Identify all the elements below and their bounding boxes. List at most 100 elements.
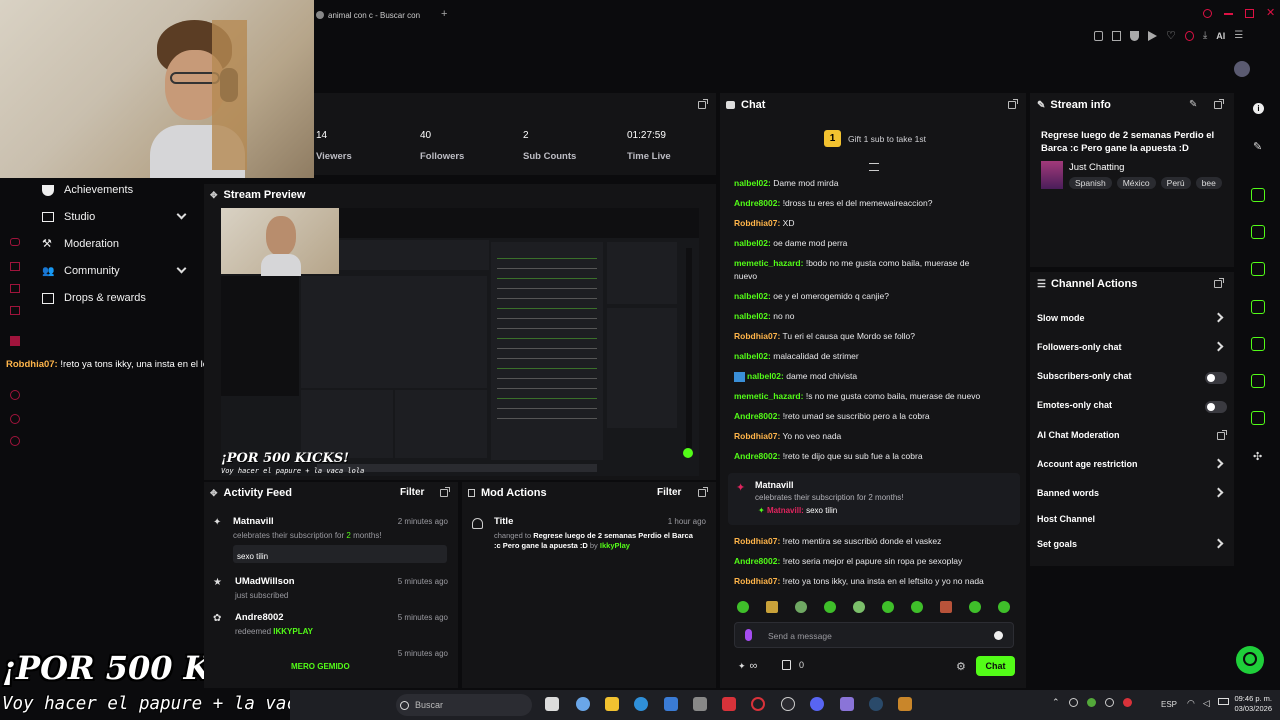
shield-icon[interactable] <box>1130 31 1139 41</box>
subscribers-only-toggle[interactable] <box>1205 372 1227 384</box>
info-icon[interactable]: i <box>1253 103 1264 114</box>
rail-icon[interactable] <box>10 390 20 400</box>
popout-icon[interactable] <box>440 487 450 497</box>
profile-icon[interactable] <box>1184 31 1194 41</box>
emote-icon[interactable] <box>969 601 981 613</box>
emote-icon[interactable] <box>882 601 894 613</box>
rail-icon[interactable] <box>10 414 20 424</box>
move-icon[interactable]: ✥ <box>210 488 218 499</box>
heart-icon[interactable]: ♡ <box>1166 31 1176 42</box>
banned-words-item[interactable]: Banned words <box>1037 488 1099 498</box>
subscribers-only-item[interactable]: Subscribers-only chat <box>1037 371 1132 381</box>
taskbar-search[interactable]: Buscar <box>396 694 532 716</box>
wifi-icon[interactable]: ◠ <box>1187 698 1195 709</box>
popout-icon[interactable] <box>698 99 708 109</box>
bag-counter[interactable]: 0 <box>782 660 804 670</box>
app-icon[interactable] <box>898 697 912 711</box>
activity-user[interactable]: UMadWillson <box>235 576 295 587</box>
category-name[interactable]: Just Chatting <box>1069 162 1124 173</box>
microphone-icon[interactable] <box>745 629 752 641</box>
sidebar-item-community[interactable]: 👥 Community <box>42 265 120 277</box>
scroll-down-icon[interactable] <box>869 163 879 171</box>
play-icon[interactable] <box>1148 31 1157 41</box>
search-icon[interactable] <box>1203 9 1212 18</box>
pinwheel-icon[interactable]: ✣ <box>1253 450 1262 463</box>
taskview-icon[interactable] <box>545 697 559 711</box>
opera-icon[interactable] <box>751 697 765 711</box>
user-avatar[interactable] <box>1234 61 1250 77</box>
chevron-up-icon[interactable]: ⌃ <box>1052 697 1060 708</box>
app-icon[interactable] <box>693 697 707 711</box>
tray-icon[interactable] <box>1104 698 1114 707</box>
popout-icon[interactable] <box>1214 99 1224 109</box>
maximize-icon[interactable] <box>1245 9 1254 18</box>
emote-icon[interactable] <box>940 601 952 613</box>
edge-icon[interactable] <box>634 697 648 711</box>
activity-user[interactable]: Andre8002 <box>235 612 284 623</box>
copilot-icon[interactable] <box>576 697 590 711</box>
obs-icon[interactable] <box>781 697 795 711</box>
store-icon[interactable] <box>664 697 678 711</box>
steam-icon[interactable] <box>869 697 883 711</box>
account-age-item[interactable]: Account age restriction <box>1037 459 1138 469</box>
chat-bubble-icon[interactable] <box>1251 300 1265 314</box>
sub-event-user[interactable]: Matnavill <box>755 480 794 490</box>
language-indicator[interactable]: ESP <box>1161 700 1177 709</box>
emote-icon[interactable] <box>795 601 807 613</box>
tag[interactable]: Perú <box>1160 177 1191 189</box>
layout-icon[interactable] <box>1251 374 1265 388</box>
stream-preview-video[interactable]: ¡POR 500 KICKS! Voy hacer el papure + la… <box>221 208 699 476</box>
mod-action-user[interactable]: IkkyPlay <box>600 541 630 550</box>
emote-icon[interactable] <box>853 601 865 613</box>
tag[interactable]: bee <box>1195 177 1222 189</box>
popout-icon[interactable] <box>698 487 708 497</box>
emote-icon[interactable] <box>824 601 836 613</box>
popout-icon[interactable] <box>1214 278 1224 288</box>
rail-icon[interactable] <box>10 262 20 271</box>
tray-icon[interactable] <box>1122 698 1132 707</box>
edit-pencil-icon[interactable]: ✎ <box>1189 99 1197 110</box>
menu-icon[interactable]: ☰ <box>1234 31 1243 41</box>
folder-icon[interactable] <box>605 697 619 711</box>
set-goals-item[interactable]: Set goals <box>1037 539 1077 549</box>
app-icon[interactable] <box>840 697 854 711</box>
mod-filter-button[interactable]: Filter <box>657 487 681 498</box>
minimize-icon[interactable] <box>1224 13 1233 15</box>
rail-icon[interactable] <box>10 238 20 246</box>
emote-icon[interactable] <box>766 601 778 613</box>
rail-icon[interactable] <box>10 306 20 315</box>
sidebar-item-achievements[interactable]: Achievements <box>42 184 133 196</box>
emote-icon[interactable] <box>998 601 1010 613</box>
tag[interactable]: Spanish <box>1069 177 1112 189</box>
close-icon[interactable]: ✕ <box>1266 8 1275 19</box>
emote-icon[interactable] <box>737 601 749 613</box>
chat-input-box[interactable]: Send a message <box>734 622 1014 648</box>
twitch-icon[interactable] <box>10 336 20 346</box>
followers-only-item[interactable]: Followers-only chat <box>1037 342 1122 352</box>
emoji-icon[interactable] <box>994 631 1003 640</box>
lightning-icon[interactable] <box>1251 225 1265 239</box>
tray-icon[interactable] <box>1068 698 1078 707</box>
tools-icon[interactable] <box>1251 411 1265 425</box>
volume-icon[interactable]: ◁ <box>1203 698 1210 709</box>
chat-input[interactable]: Send a message <box>768 631 832 641</box>
browser-tab[interactable]: animal con c - Buscar con <box>316 8 434 22</box>
pin-icon[interactable] <box>1094 31 1103 41</box>
edit-icon[interactable]: ✎ <box>1253 140 1262 153</box>
slow-mode-item[interactable]: Slow mode <box>1037 313 1085 323</box>
points-icon[interactable]: ✦ <box>738 661 746 672</box>
activity-filter-button[interactable]: Filter <box>400 487 424 498</box>
move-icon[interactable]: ✥ <box>210 190 218 201</box>
settings-icon[interactable] <box>10 436 20 446</box>
screen-icon[interactable] <box>1251 188 1265 202</box>
tray-icon[interactable] <box>1086 698 1096 707</box>
external-link-icon[interactable] <box>1217 430 1227 440</box>
emotes-only-toggle[interactable] <box>1205 401 1227 413</box>
broadcast-icon[interactable] <box>1251 337 1265 351</box>
rail-icon[interactable] <box>10 284 20 293</box>
chat-settings-icon[interactable]: ⚙ <box>956 660 966 673</box>
extensions-icon[interactable] <box>1112 31 1121 41</box>
wps-icon[interactable] <box>722 697 736 711</box>
gift-sub-banner[interactable]: 1 Gift 1 sub to take 1st <box>824 130 926 147</box>
host-channel-item[interactable]: Host Channel <box>1037 514 1095 524</box>
